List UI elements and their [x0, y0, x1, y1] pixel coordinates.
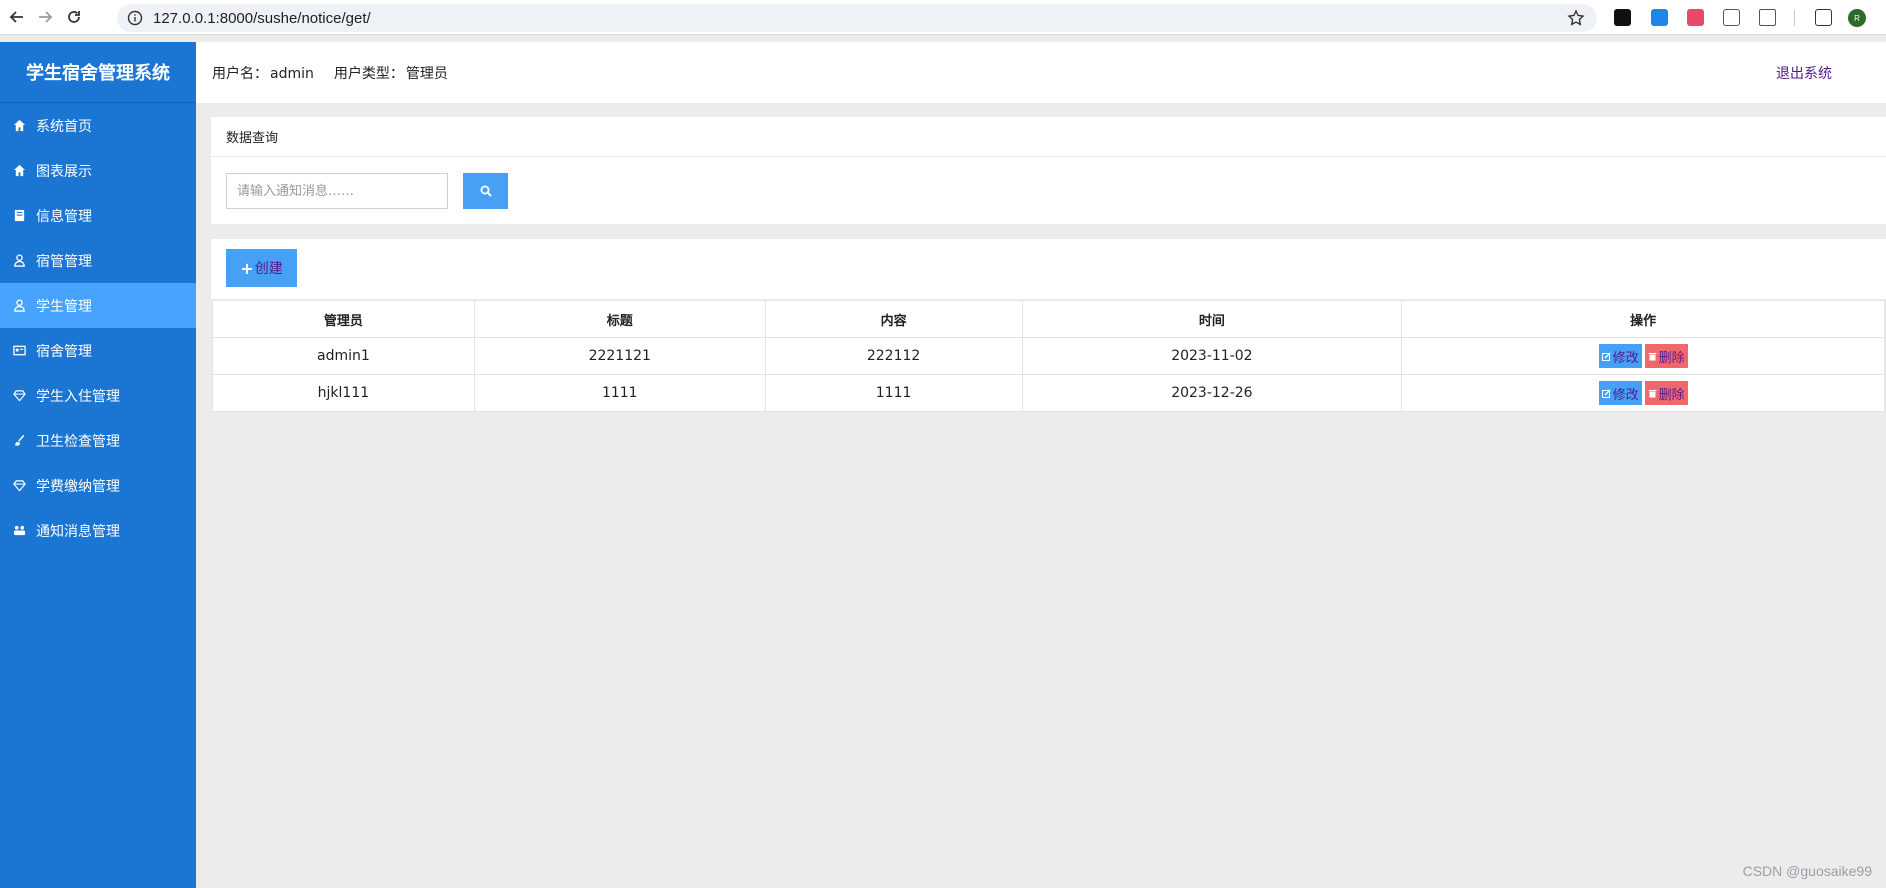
extensions-puzzle-icon[interactable]	[1759, 9, 1776, 26]
address-bar[interactable]: 127.0.0.1:8000/sushe/notice/get/	[117, 4, 1597, 32]
usertype-label: 用户类型：	[333, 66, 404, 82]
side-panel-icon[interactable]	[1815, 9, 1832, 26]
sidebar-item-label: 系统首页	[36, 118, 92, 135]
sidebar-item-label: 通知消息管理	[36, 523, 120, 540]
sidebar-item-label: 学生入住管理	[36, 388, 120, 405]
users-icon	[12, 524, 26, 538]
sidebar-item-label: 学费缴纳管理	[36, 478, 120, 495]
sidebar-item-dorms[interactable]: 宿舍管理	[0, 328, 196, 373]
home-icon	[12, 164, 26, 178]
edit-label: 修改	[1612, 387, 1639, 403]
edit-button[interactable]: 修改	[1598, 381, 1642, 405]
watermark: CSDN @guosaike99	[1742, 863, 1872, 879]
user-info: 用户名： admin 用户类型： 管理员	[212, 63, 450, 83]
cell-time: 2023-11-02	[1021, 337, 1403, 375]
sidebar-item-hygiene[interactable]: 卫生检查管理	[0, 418, 196, 463]
edit-icon	[1601, 389, 1611, 398]
delete-label: 删除	[1658, 350, 1685, 366]
download-extension-icon[interactable]	[1651, 9, 1668, 26]
sidebar-item-label: 学生管理	[36, 298, 92, 315]
delete-label: 删除	[1658, 387, 1685, 403]
trash-icon	[1648, 389, 1657, 397]
table-row: admin1 2221121 222112 2023-11-02 修改 删除	[212, 337, 1885, 375]
panel-title: 数据查询	[211, 117, 1886, 157]
sidebar-item-check-in[interactable]: 学生入住管理	[0, 373, 196, 418]
sidebar-item-label: 图表展示	[36, 163, 92, 180]
sidebar-item-home[interactable]: 系统首页	[0, 103, 196, 148]
username-value: admin	[270, 66, 314, 82]
table-header-row: 管理员 标题 内容 时间 操作	[212, 300, 1885, 338]
diamond-icon	[12, 389, 26, 403]
cell-admin: admin1	[212, 337, 475, 375]
list-toolbar: + 创建	[211, 239, 1886, 299]
browser-toolbar: 127.0.0.1:8000/sushe/notice/get/ R	[0, 0, 1886, 35]
user-icon	[12, 254, 26, 268]
cell-content: 222112	[764, 337, 1023, 375]
search-input[interactable]	[226, 173, 448, 209]
diamond-icon	[12, 479, 26, 493]
sidebar-item-tuition[interactable]: 学费缴纳管理	[0, 463, 196, 508]
sidebar-item-label: 卫生检查管理	[36, 433, 120, 450]
create-label: 创建	[254, 261, 283, 277]
column-header: 标题	[473, 300, 766, 338]
query-panel: 数据查询	[211, 117, 1886, 224]
plus-icon: +	[240, 258, 254, 278]
trash-icon	[1648, 352, 1657, 360]
sidebar-item-notices[interactable]: 通知消息管理	[0, 508, 196, 553]
cell-title: 2221121	[473, 337, 766, 375]
top-header: 用户名： admin 用户类型： 管理员 退出系统	[196, 42, 1886, 103]
edit-label: 修改	[1612, 350, 1639, 366]
extension-icon-1[interactable]	[1614, 9, 1631, 26]
user-icon	[12, 299, 26, 313]
bookmark-star-icon[interactable]	[1567, 9, 1585, 27]
cell-content: 1111	[764, 374, 1023, 412]
book-icon	[12, 209, 26, 223]
sidebar-item-label: 宿管管理	[36, 253, 92, 270]
edit-icon	[1601, 352, 1611, 361]
notice-table: 管理员 标题 内容 时间 操作 admin1 2221121 222112 20…	[212, 300, 1885, 412]
sidebar-item-dorm-managers[interactable]: 宿管管理	[0, 238, 196, 283]
url-text: 127.0.0.1:8000/sushe/notice/get/	[153, 10, 371, 27]
sidebar-item-label: 宿舍管理	[36, 343, 92, 360]
column-header: 管理员	[212, 300, 475, 338]
search-icon	[480, 185, 492, 197]
cell-actions: 修改 删除	[1401, 374, 1885, 412]
sidebar-item-students[interactable]: 学生管理	[0, 283, 196, 328]
reload-icon[interactable]	[63, 6, 85, 28]
table-row: hjkl111 1111 1111 2023-12-26 修改 删除	[212, 374, 1885, 412]
brush-icon	[12, 434, 26, 448]
cell-admin: hjkl111	[212, 374, 475, 412]
sidebar-item-info[interactable]: 信息管理	[0, 193, 196, 238]
username-label: 用户名：	[212, 66, 268, 82]
home-icon	[12, 119, 26, 133]
sidebar: 学生宿舍管理系统 系统首页 图表展示 信息管理 宿管管理 学生管理 宿舍管理 学…	[0, 42, 196, 888]
id-card-icon	[12, 344, 26, 358]
profile-avatar[interactable]: R	[1848, 9, 1866, 27]
sidebar-item-charts[interactable]: 图表展示	[0, 148, 196, 193]
cell-title: 1111	[473, 374, 766, 412]
back-icon[interactable]	[6, 6, 28, 28]
cell-actions: 修改 删除	[1401, 337, 1885, 375]
toolbar-divider	[1794, 10, 1795, 26]
extension-icon-3[interactable]	[1687, 9, 1704, 26]
cell-time: 2023-12-26	[1021, 374, 1403, 412]
column-header: 操作	[1401, 300, 1885, 338]
edit-button[interactable]: 修改	[1598, 344, 1642, 368]
column-header: 内容	[764, 300, 1023, 338]
search-button[interactable]	[463, 173, 508, 209]
forward-icon[interactable]	[34, 6, 56, 28]
site-info-icon[interactable]	[127, 10, 143, 26]
app-brand: 学生宿舍管理系统	[0, 42, 196, 103]
logout-link[interactable]: 退出系统	[1776, 63, 1832, 83]
usertype-value: 管理员	[405, 66, 448, 82]
column-header: 时间	[1021, 300, 1403, 338]
delete-button[interactable]: 删除	[1644, 344, 1688, 368]
delete-button[interactable]: 删除	[1644, 381, 1688, 405]
tab-search-icon[interactable]	[1723, 9, 1740, 26]
sidebar-item-label: 信息管理	[36, 208, 92, 225]
create-button[interactable]: + 创建	[226, 249, 297, 287]
